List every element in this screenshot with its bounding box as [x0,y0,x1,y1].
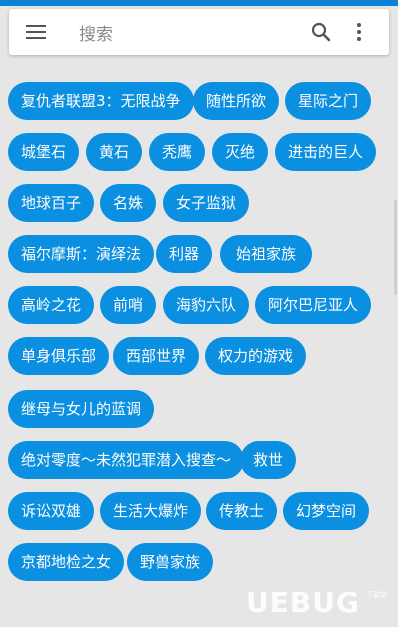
menu-icon[interactable] [26,22,46,42]
tag-chip[interactable]: 诉讼双雄 [8,492,95,530]
tag-chip[interactable]: 黄石 [86,133,143,171]
tag-chip[interactable]: 西部世界 [113,337,200,375]
tag-chip[interactable]: 福尔摩斯：演绎法 [8,235,155,273]
tag-chip[interactable]: 进击的巨人 [275,133,377,171]
tag-chip[interactable]: 权力的游戏 [205,337,307,375]
tag-chip[interactable]: 复仇者联盟3：无限战争 [8,82,194,120]
tag-chip[interactable]: 秃鹰 [149,133,206,171]
more-vertical-icon[interactable] [354,21,364,43]
tag-chip[interactable]: 继母与女儿的蓝调 [8,390,155,428]
tag-chip[interactable]: 野兽家族 [127,543,214,581]
tag-chip[interactable]: 城堡石 [8,133,80,171]
tag-chip[interactable]: 绝对零度～未然犯罪潜入搜查～ [8,441,245,479]
watermark-text: UEBUG [246,586,360,619]
scrollbar[interactable] [394,200,397,295]
tag-chip[interactable]: 救世 [240,441,297,479]
tag-chip[interactable]: 阿尔巴尼亚人 [255,286,372,324]
watermark-logo: UEBUG 下载站 [246,586,396,626]
search-bar: 搜索 [9,9,389,55]
tag-chip[interactable]: 随性所欲 [193,82,280,120]
tag-chip[interactable]: 传教士 [206,492,278,530]
tag-chip[interactable]: 始祖家族 [220,235,312,273]
tag-chip[interactable]: 生活大爆炸 [100,492,202,530]
watermark-small-text: 下载站 [366,591,387,599]
status-bar [0,0,398,6]
tag-chip[interactable]: 单身俱乐部 [8,337,110,375]
tag-chip[interactable]: 灭绝 [212,133,269,171]
tag-chip[interactable]: 女子监狱 [163,184,250,222]
search-input[interactable]: 搜索 [79,20,113,45]
tag-chip[interactable]: 幻梦空间 [283,492,370,530]
tag-chip[interactable]: 地球百子 [8,184,95,222]
tag-chip[interactable]: 京都地检之女 [8,543,125,581]
tag-chip[interactable]: 高岭之花 [8,286,95,324]
tag-chip[interactable]: 海豹六队 [163,286,250,324]
tag-chip[interactable]: 前哨 [100,286,157,324]
tag-chip[interactable]: 名姝 [100,184,157,222]
tag-chip[interactable]: 利器 [156,235,213,273]
search-icon[interactable] [310,21,332,43]
tag-chip[interactable]: 星际之门 [285,82,372,120]
